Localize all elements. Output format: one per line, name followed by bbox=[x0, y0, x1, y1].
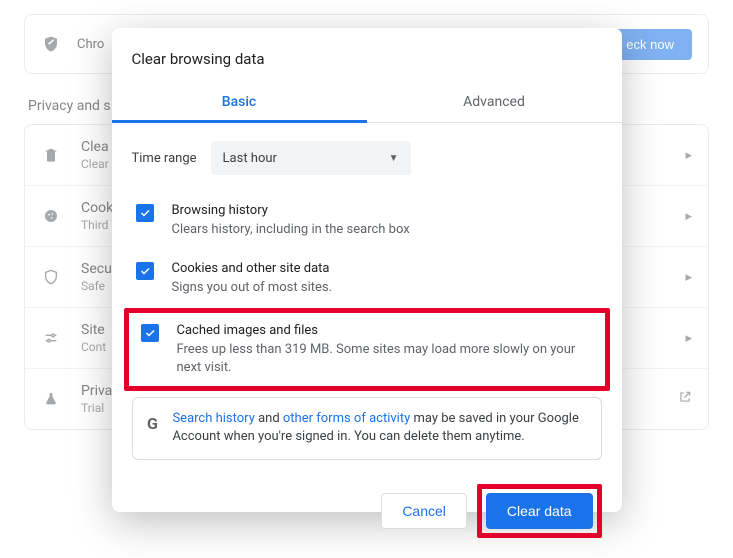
google-account-info: G Search history and other forms of acti… bbox=[132, 397, 602, 459]
option-cached-images[interactable]: Cached images and files Frees up less th… bbox=[137, 321, 597, 378]
tab-basic[interactable]: Basic bbox=[112, 84, 367, 122]
time-range-value: Last hour bbox=[223, 151, 277, 166]
option-browsing-history[interactable]: Browsing history Clears history, includi… bbox=[132, 193, 602, 251]
time-range-select[interactable]: Last hour ▼ bbox=[211, 141, 411, 175]
highlight-cached-option: Cached images and files Frees up less th… bbox=[124, 308, 610, 391]
checkbox-browsing-history[interactable] bbox=[136, 204, 154, 222]
info-text: Search history and other forms of activi… bbox=[172, 410, 586, 446]
dialog-tabs: Basic Advanced bbox=[112, 84, 622, 123]
highlight-clear-data-button: Clear data bbox=[477, 484, 602, 538]
cancel-button[interactable]: Cancel bbox=[381, 493, 467, 529]
tab-advanced[interactable]: Advanced bbox=[367, 84, 622, 122]
checkbox-cached-images[interactable] bbox=[141, 324, 159, 342]
clear-data-button[interactable]: Clear data bbox=[486, 493, 593, 529]
dialog-title: Clear browsing data bbox=[112, 28, 622, 84]
checkbox-cookies[interactable] bbox=[136, 262, 154, 280]
dropdown-icon: ▼ bbox=[389, 153, 399, 164]
link-other-activity[interactable]: other forms of activity bbox=[283, 411, 410, 426]
option-cookies[interactable]: Cookies and other site data Signs you ou… bbox=[132, 251, 602, 309]
link-search-history[interactable]: Search history bbox=[172, 411, 254, 426]
clear-browsing-data-dialog: Clear browsing data Basic Advanced Time … bbox=[112, 28, 622, 512]
google-icon: G bbox=[147, 412, 159, 434]
modal-overlay: Clear browsing data Basic Advanced Time … bbox=[0, 0, 733, 512]
time-range-label: Time range bbox=[132, 151, 197, 166]
